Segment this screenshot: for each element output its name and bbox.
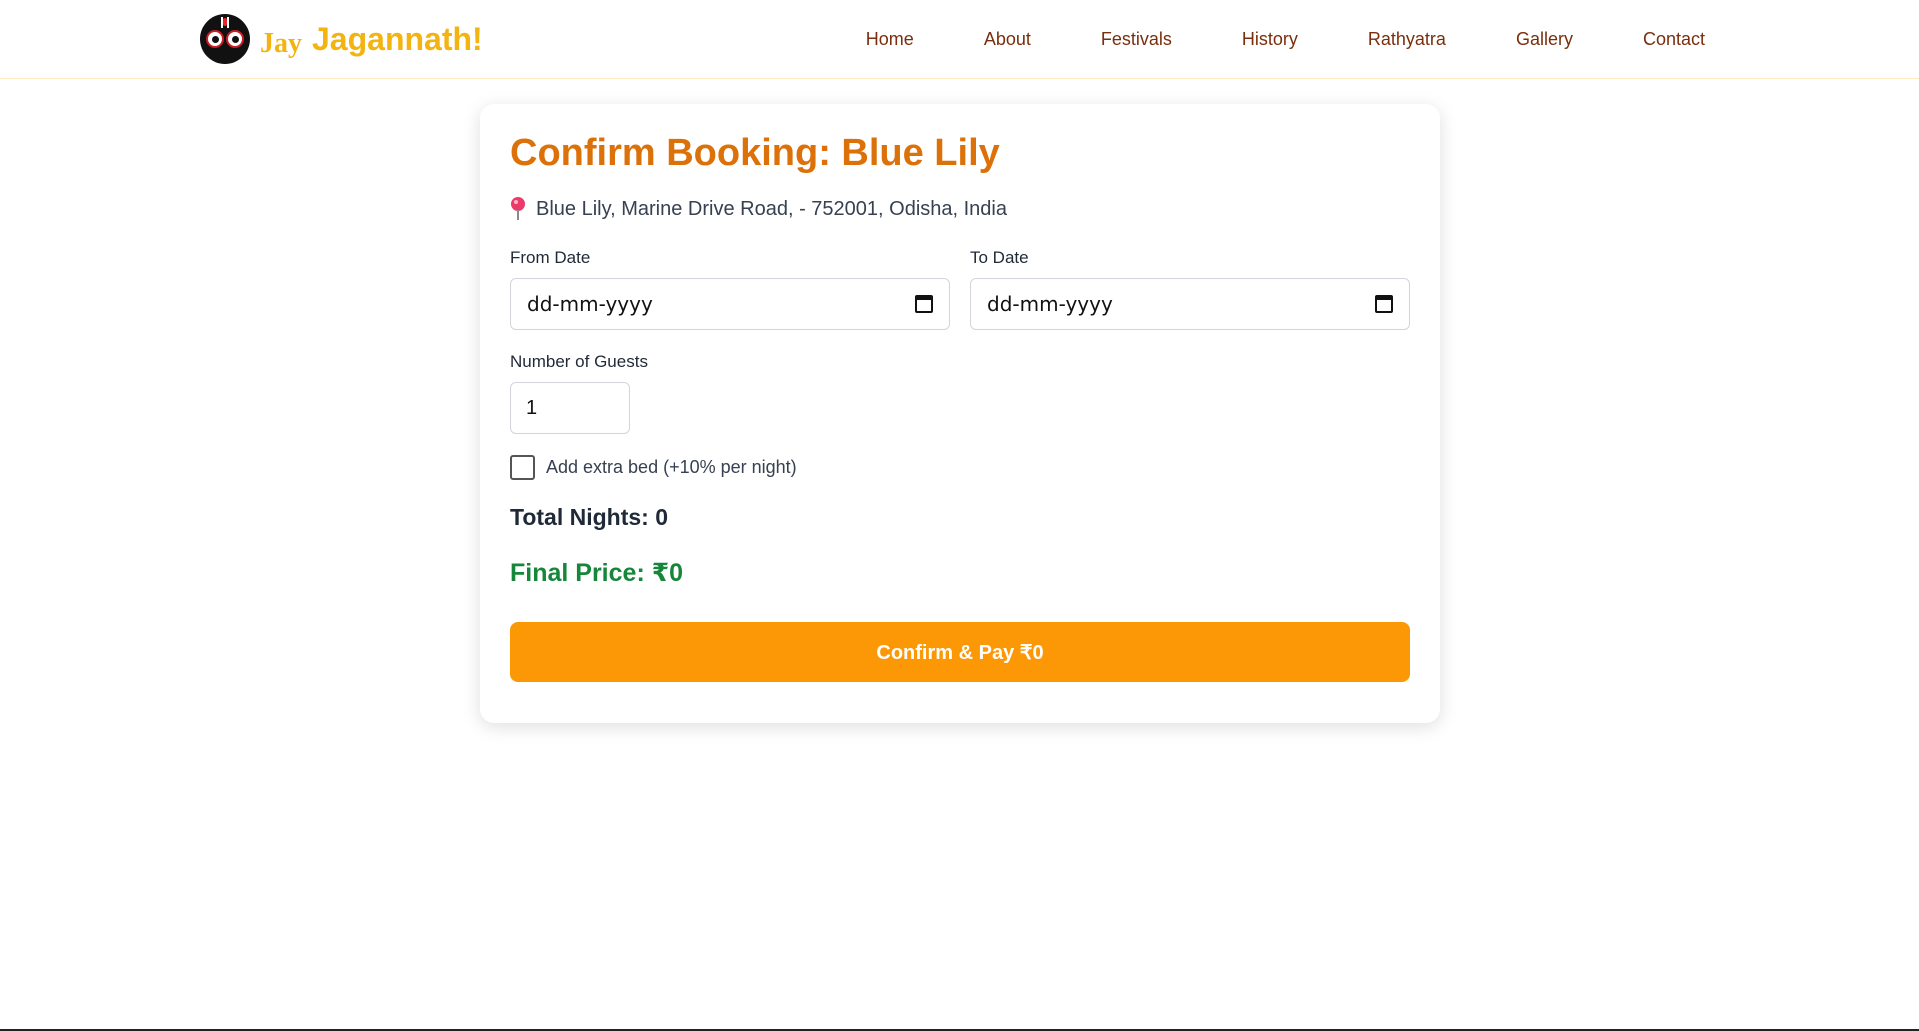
page-title: Confirm Booking: Blue Lily xyxy=(510,132,1000,174)
guests-input[interactable]: 1 xyxy=(510,382,630,434)
hotel-address: Blue Lily, Marine Drive Road, - 752001, … xyxy=(510,194,1410,224)
extra-bed-row: Add extra bed (+10% per night) xyxy=(510,454,1410,480)
extra-bed-label[interactable]: Add extra bed (+10% per night) xyxy=(546,457,797,478)
from-date-value: dd-mm-yyyy xyxy=(527,292,653,316)
guests-field-group: Number of Guests 1 xyxy=(510,352,1410,434)
from-date-input[interactable]: dd-mm-yyyy xyxy=(510,278,950,330)
nav-contact[interactable]: Contact xyxy=(1643,29,1705,50)
nav-history[interactable]: History xyxy=(1242,29,1298,50)
date-row: From Date dd-mm-yyyy To Date dd-mm-yyyy xyxy=(510,248,1410,330)
page: Jay Jagannath! Home About Festivals Hist… xyxy=(0,0,1919,1031)
calendar-icon[interactable] xyxy=(915,295,933,313)
brand-name: Jagannath! xyxy=(312,20,483,57)
address-text: Blue Lily, Marine Drive Road, - 752001, … xyxy=(536,197,1007,220)
location-pin-icon xyxy=(510,197,526,221)
guests-value: 1 xyxy=(526,396,538,419)
to-date-label: To Date xyxy=(970,248,1029,267)
nav-gallery[interactable]: Gallery xyxy=(1516,29,1573,50)
nav-about[interactable]: About xyxy=(984,29,1031,50)
from-date-field-group: From Date dd-mm-yyyy xyxy=(510,248,950,330)
from-date-label: From Date xyxy=(510,248,591,267)
final-price: Final Price: ₹0 xyxy=(510,559,684,587)
extra-bed-checkbox[interactable] xyxy=(510,454,535,480)
to-date-value: dd-mm-yyyy xyxy=(987,292,1113,316)
main-nav: Home About Festivals History Rathyatra G… xyxy=(866,0,1705,79)
total-nights: Total Nights: 0 xyxy=(510,504,669,530)
to-date-field-group: To Date dd-mm-yyyy xyxy=(970,248,1410,330)
brand-prefix: Jay xyxy=(260,28,302,59)
navbar: Jay Jagannath! Home About Festivals Hist… xyxy=(0,0,1919,79)
booking-card: Confirm Booking: Blue Lily Blue Lily, Ma… xyxy=(480,104,1440,723)
to-date-input[interactable]: dd-mm-yyyy xyxy=(970,278,1410,330)
guests-label: Number of Guests xyxy=(510,352,648,371)
nav-rathyatra[interactable]: Rathyatra xyxy=(1368,29,1446,50)
confirm-pay-button[interactable]: Confirm & Pay ₹0 xyxy=(510,622,1410,682)
calendar-icon[interactable] xyxy=(1375,295,1393,313)
nav-festivals[interactable]: Festivals xyxy=(1101,29,1172,50)
jagannath-face-icon xyxy=(200,14,250,64)
brand-home-link[interactable]: Jay Jagannath! xyxy=(200,14,483,64)
nav-home[interactable]: Home xyxy=(866,29,914,50)
